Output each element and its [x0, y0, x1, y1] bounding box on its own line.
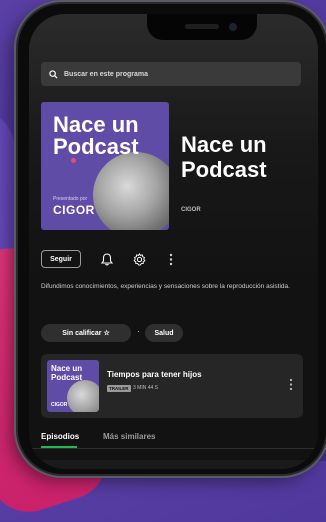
cover-brand-caption: Presentado por: [53, 196, 88, 202]
episode-more-icon[interactable]: [289, 378, 293, 391]
app-screen: Buscar en este programa Nace un Podcast …: [29, 14, 318, 469]
podcast-description: Difundimos conocimientos, experiencias y…: [41, 283, 290, 290]
list-preview-strip: [29, 460, 318, 469]
speaker-grille: [185, 24, 219, 29]
active-tab-indicator: [41, 446, 77, 448]
search-icon: [49, 69, 58, 79]
more-options-button[interactable]: [163, 251, 179, 267]
episode-type-badge: TRAILER: [107, 385, 131, 392]
tabs-divider: [29, 448, 318, 449]
cover-photo-image: [93, 152, 169, 230]
episode-thumbnail: Nace un Podcast CIGOR: [47, 360, 99, 412]
notification-bell-button[interactable]: [99, 251, 115, 267]
cover-title: Nace un Podcast: [53, 112, 139, 159]
more-vertical-icon: [169, 253, 173, 265]
follow-button[interactable]: Seguir: [41, 250, 81, 268]
episode-thumb-photo: [67, 380, 99, 412]
podcast-title: Nace un Podcast: [181, 132, 267, 182]
search-input[interactable]: Buscar en este programa: [41, 62, 301, 86]
episode-thumb-brand: CIGOR: [51, 402, 68, 408]
camera-icon: [229, 23, 237, 31]
podcast-author[interactable]: CIGOR: [181, 207, 201, 213]
gear-icon: [132, 252, 146, 266]
chip-separator: ·: [137, 326, 140, 336]
episode-duration: 3 MIN 44 S: [133, 385, 159, 391]
episode-title[interactable]: Tiempos para tener hijos: [107, 370, 202, 379]
episode-thumb-title: Nace un Podcast: [51, 364, 83, 382]
rating-chip[interactable]: Sin calificar ☆: [41, 324, 131, 342]
settings-button[interactable]: [131, 251, 147, 267]
podcast-cover-art: Nace un Podcast Presentado por CIGOR: [41, 102, 169, 230]
category-chip[interactable]: Salud: [145, 324, 183, 342]
bell-icon: [101, 252, 113, 265]
tab-more-like-this[interactable]: Más similares: [103, 432, 155, 441]
tab-episodes[interactable]: Episodios: [41, 432, 79, 441]
episode-card[interactable]: Nace un Podcast CIGOR Tiempos para tener…: [41, 354, 303, 418]
search-placeholder: Buscar en este programa: [64, 70, 149, 78]
phone-notch: [147, 14, 257, 40]
cover-brand-logo: CIGOR: [53, 203, 95, 217]
